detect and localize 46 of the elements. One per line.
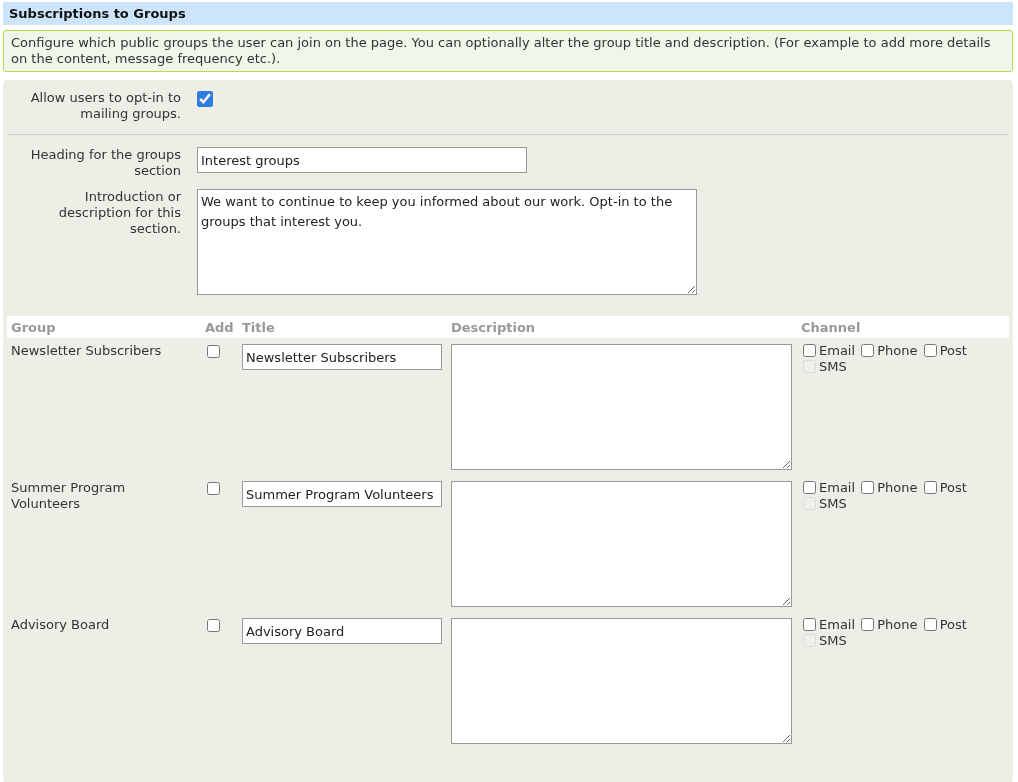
channel-checkbox[interactable] (861, 481, 875, 494)
add-checkbox[interactable] (207, 345, 220, 358)
channel-label: Phone (877, 617, 918, 632)
column-header: Channel (797, 316, 1009, 338)
column-header: Group (7, 316, 201, 338)
heading-input[interactable]: Interest groups (197, 147, 527, 173)
column-header: Add (201, 316, 238, 338)
column-header: Description (447, 316, 797, 338)
channel-label: SMS (819, 633, 847, 648)
channel-label: Post (939, 480, 967, 495)
channel-label: Phone (877, 480, 918, 495)
introduction-textarea[interactable]: We want to continue to keep you informed about our work. Opt-in to the groups that interest you. (197, 189, 697, 295)
description-textarea[interactable] (451, 481, 792, 607)
title-input[interactable]: Newsletter Subscribers (242, 344, 442, 370)
group-name: Advisory Board (11, 617, 110, 632)
info-message: Configure which public groups the user can join on the page. You can optionally alter the group title and description. (For example to add more details on the content, message frequency etc.). (3, 30, 1013, 72)
opt-in-checkbox[interactable] (197, 91, 213, 107)
channel-checkbox[interactable] (803, 344, 816, 357)
section-title: Subscriptions to Groups (3, 2, 1013, 25)
add-checkbox[interactable] (207, 482, 220, 495)
channel-checkbox[interactable] (803, 481, 816, 494)
description-textarea[interactable] (451, 618, 792, 744)
channel-checkbox[interactable] (923, 344, 937, 357)
channel-checkbox[interactable] (923, 481, 937, 494)
description-textarea[interactable] (451, 344, 792, 470)
channel-label: SMS (819, 496, 847, 511)
title-input[interactable]: Summer Program Volunteers (242, 481, 442, 507)
channel-label: Post (939, 617, 967, 632)
introduction-label: Introduction or description for this section. (57, 189, 181, 237)
column-header: Title (238, 316, 447, 338)
channel-label: Post (939, 343, 967, 358)
channel-checkbox[interactable] (803, 618, 816, 631)
channel-label: Email (819, 617, 856, 632)
group-name: Summer Program Volunteers (11, 480, 126, 511)
opt-in-label: Allow users to opt-in to mailing groups. (29, 90, 181, 122)
channel-checkbox[interactable] (861, 618, 875, 631)
channel-label: SMS (819, 359, 847, 374)
channel-label: Email (819, 343, 856, 358)
channel-label: Phone (877, 343, 918, 358)
add-checkbox[interactable] (207, 619, 220, 632)
heading-label: Heading for the groups section (29, 147, 181, 179)
channel-checkbox[interactable] (923, 618, 937, 631)
channel-checkbox[interactable] (861, 344, 875, 357)
group-name: Newsletter Subscribers (11, 343, 162, 358)
channel-label: Email (819, 480, 856, 495)
title-input[interactable]: Advisory Board (242, 618, 442, 644)
